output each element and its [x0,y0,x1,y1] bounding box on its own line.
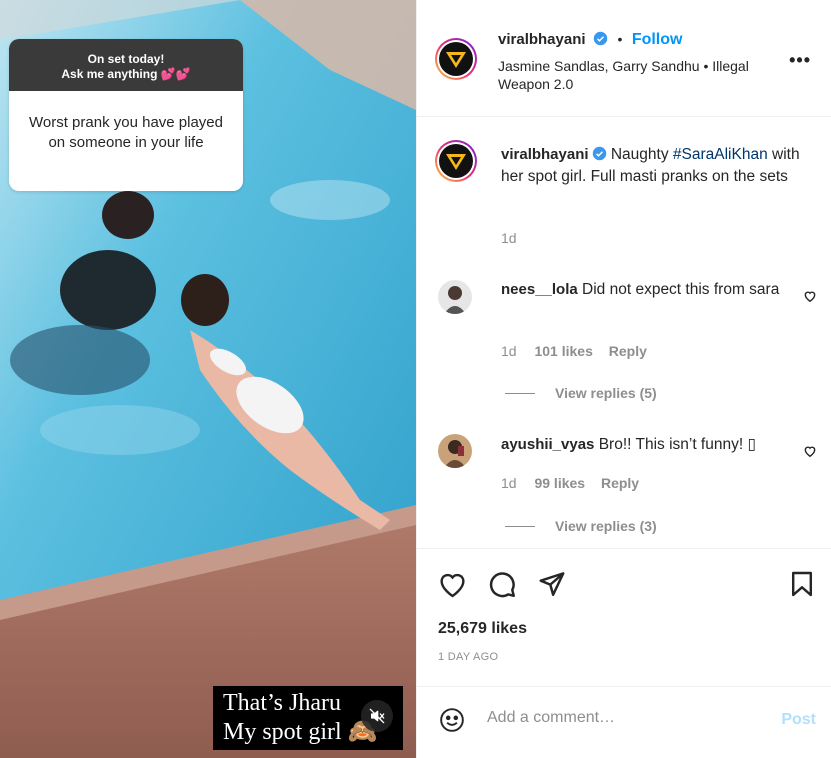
comment-time[interactable]: 1d [501,343,517,359]
comment-username[interactable]: nees__lola [501,281,578,298]
post-timestamp[interactable]: 1 DAY AGO [438,651,498,663]
post-actions [417,548,831,688]
paper-plane-icon[interactable] [538,570,566,597]
post-comment-button[interactable]: Post [781,711,816,729]
caption-hashtag[interactable]: #SaraAliKhan [673,146,768,163]
comment-input[interactable] [487,709,767,727]
follow-button[interactable]: Follow [632,31,683,48]
add-comment-bar: Post [417,686,831,754]
question-sticker-header: On set today! Ask me anything 💕💕 [9,39,243,91]
audio-track[interactable]: Jasmine Sandlas, Garry Sandhu • Illegal … [498,57,778,93]
question-sticker-subtitle: Ask me anything 💕💕 [61,67,191,81]
header-text: viralbhayani • Follow Jasmine Sandlas, G… [498,29,798,93]
author-avatar[interactable] [435,38,477,80]
separator-dot: • [617,31,623,47]
question-sticker-text: Worst prank you have played on someone i… [29,114,223,151]
comment-likes[interactable]: 99 likes [534,475,585,491]
comment-2: ayushii_vyas Bro!! This isn’t funny! ▯ [501,434,796,456]
likes-count[interactable]: 25,679 likes [438,620,527,638]
speaker-muted-icon [369,708,385,724]
caption-text-start: Naughty [610,146,673,163]
viral-logo-icon [439,144,473,178]
post-details-panel: viralbhayani • Follow Jasmine Sandlas, G… [416,0,831,758]
smiley-icon[interactable] [439,707,465,733]
verified-badge-icon [593,31,608,46]
heart-icon[interactable] [438,571,467,598]
divider-line [505,392,535,394]
post-header: viralbhayani • Follow Jasmine Sandlas, G… [417,0,831,117]
comment-username[interactable]: ayushii_vyas [501,436,594,453]
question-sticker-title: On set today! [87,52,165,66]
comment-time[interactable]: 1d [501,475,517,491]
post-media[interactable]: On set today! Ask me anything 💕💕 Worst p… [0,0,416,758]
caption-author-avatar[interactable] [435,140,477,182]
comment-1: nees__lola Did not expect this from sara [501,279,791,301]
view-replies-label: View replies (5) [555,385,657,401]
comment-likes[interactable]: 101 likes [534,343,592,359]
caption-username[interactable]: viralbhayani [501,146,589,163]
caption-time[interactable]: 1d [501,230,517,246]
view-replies-label: View replies (3) [555,518,657,534]
view-replies-button[interactable]: View replies (3) [505,518,657,534]
post-caption: viralbhayani Naughty #SaraAliKhan with h… [501,144,821,188]
comment-like-heart-icon[interactable] [803,444,817,458]
view-replies-button[interactable]: View replies (5) [505,385,657,401]
verified-badge-icon [592,146,606,161]
commenter-avatar[interactable] [438,434,472,468]
more-options-button[interactable]: ••• [789,50,811,71]
viral-logo-icon [439,42,473,76]
comment-bubble-icon[interactable] [489,571,516,598]
bookmark-icon[interactable] [791,570,813,598]
comment-meta: 1d 99 likes Reply [501,475,639,491]
comment-text: Bro!! This isn’t funny! ▯ [598,436,756,453]
commenter-avatar[interactable] [438,280,472,314]
author-username[interactable]: viralbhayani [498,31,586,48]
question-sticker: On set today! Ask me anything 💕💕 Worst p… [9,39,243,191]
reply-button[interactable]: Reply [609,343,647,359]
comment-text: Did not expect this from sara [582,281,780,298]
comment-meta: 1d 101 likes Reply [501,343,647,359]
comment-like-heart-icon[interactable] [803,289,817,303]
divider-line [505,525,535,527]
mute-button[interactable] [361,700,393,732]
reply-button[interactable]: Reply [601,475,639,491]
